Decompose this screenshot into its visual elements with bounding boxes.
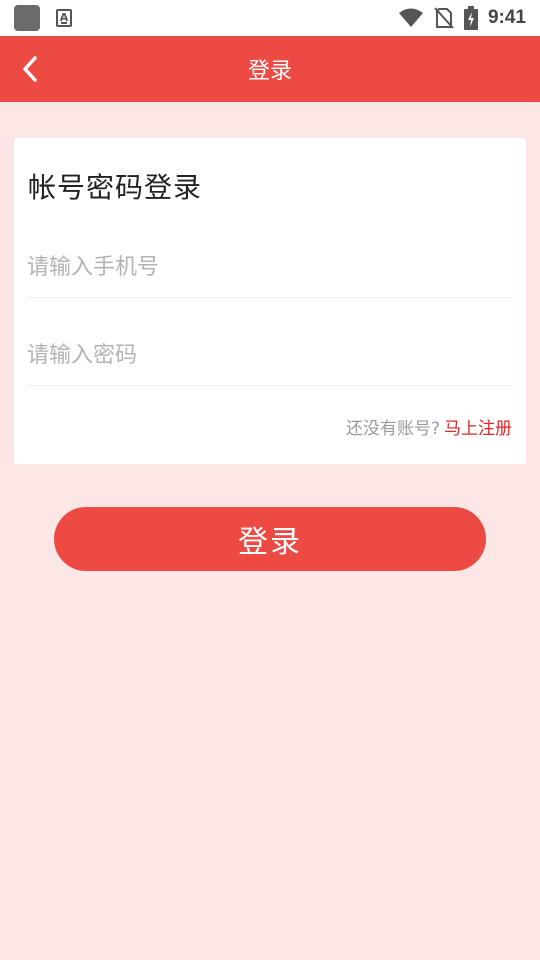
register-prompt: 还没有账号? [345, 419, 440, 439]
register-row: 还没有账号? 马上注册 [346, 414, 512, 439]
no-sim-icon [434, 7, 454, 29]
status-time: 9:41 [487, 7, 526, 28]
phone-field [27, 238, 513, 298]
login-card: 帐号密码登录 还没有账号? 马上注册 [14, 138, 526, 464]
phone-input[interactable] [27, 238, 513, 297]
wifi-icon [398, 8, 423, 27]
back-button[interactable] [10, 48, 50, 90]
chevron-left-icon [23, 56, 37, 82]
title-bar: 登录 [0, 36, 540, 102]
login-card-heading: 帐号密码登录 [28, 171, 203, 204]
login-button[interactable]: 登录 [54, 507, 486, 571]
status-bar: A 9:41 [0, 0, 540, 36]
password-field [27, 326, 513, 386]
battery-charging-icon [463, 6, 478, 30]
password-input[interactable] [27, 326, 513, 385]
status-right-group: 9:41 [398, 6, 526, 30]
font-icon: A [56, 9, 72, 27]
page-title: 登录 [247, 59, 292, 84]
register-link[interactable]: 马上注册 [444, 414, 512, 439]
app-square-icon [14, 5, 40, 31]
